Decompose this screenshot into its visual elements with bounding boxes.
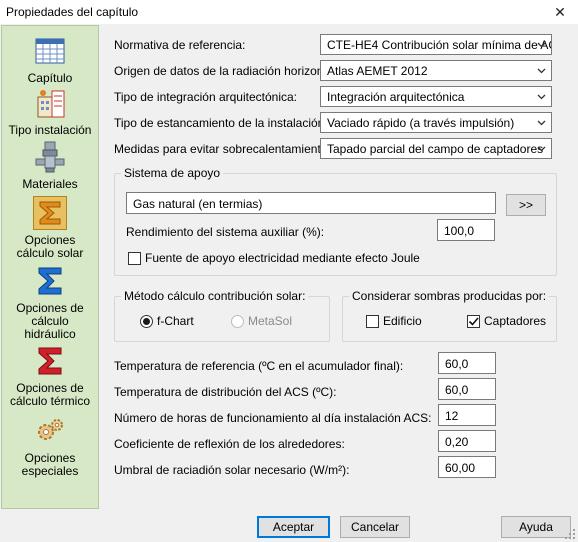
- integracion-select[interactable]: Integración arquitectónica: [320, 86, 552, 107]
- radio-circle[interactable]: [140, 314, 153, 328]
- sidebar-item-label: Opciones cálculo solar: [16, 233, 84, 260]
- sigma-red-icon: [33, 344, 67, 378]
- sobrecalentamiento-label: Medidas para evitar sobrecalentamientos:: [114, 142, 337, 156]
- sidebar-item-tipo-instalacion[interactable]: Tipo instalación: [2, 86, 98, 137]
- sigma-blue-icon: [33, 264, 67, 298]
- sidebar-item-opciones-especiales[interactable]: Opciones especiales: [2, 414, 98, 478]
- building-icon: [33, 86, 67, 120]
- sigma-orange-icon: [33, 196, 67, 230]
- chevron-down-icon: [537, 120, 546, 126]
- fuente-electricidad-label: Fuente de apoyo electricidad mediante ef…: [145, 251, 420, 265]
- gears-icon: [33, 414, 67, 448]
- checkbox-box[interactable]: [128, 251, 141, 265]
- sobrecalentamiento-select[interactable]: Tapado parcial del campo de captadores: [320, 138, 552, 159]
- radio-f-chart[interactable]: f-Chart: [140, 314, 194, 328]
- sidebar: Capítulo Tipo instalación Materiales Opc…: [1, 25, 99, 509]
- f-chart-label: f-Chart: [157, 314, 194, 328]
- sidebar-item-label: Materiales: [22, 177, 78, 191]
- sistema-apoyo-field[interactable]: Gas natural (en termias): [126, 192, 496, 214]
- integracion-label: Tipo de integración arquitectónica:: [114, 90, 297, 104]
- sistema-apoyo-legend: Sistema de apoyo: [121, 166, 224, 180]
- edificio-checkbox[interactable]: Edificio: [366, 314, 422, 328]
- metasol-label: MetaSol: [248, 314, 293, 328]
- metodo-legend: Método cálculo contribución solar:: [121, 289, 309, 303]
- umbral-radiacion-input[interactable]: 60,00: [438, 456, 496, 478]
- temp-distribucion-input[interactable]: 60,0: [438, 378, 496, 400]
- check-icon: [468, 316, 479, 326]
- sidebar-item-opciones-calculo-solar[interactable]: Opciones cálculo solar: [2, 196, 98, 260]
- sombras-legend: Considerar sombras producidas por:: [349, 289, 550, 303]
- close-icon: ✕: [554, 3, 566, 20]
- captadores-checkbox[interactable]: Captadores: [467, 314, 546, 328]
- rendimiento-input[interactable]: 100,0: [437, 219, 495, 241]
- horas-funcionamiento-input[interactable]: 12: [438, 404, 496, 426]
- document-grid-icon: [33, 34, 67, 68]
- help-button[interactable]: Ayuda: [501, 516, 571, 538]
- sidebar-item-label: Tipo instalación: [8, 123, 92, 137]
- cancel-button[interactable]: Cancelar: [340, 516, 410, 538]
- captadores-label: Captadores: [484, 314, 547, 328]
- sidebar-item-opciones-calculo-termico[interactable]: Opciones de cálculo térmico: [2, 344, 98, 408]
- chevron-down-icon: [537, 68, 546, 74]
- sidebar-item-label: Opciones de cálculo térmico: [9, 381, 91, 408]
- integracion-value: Integración arquitectónica: [327, 90, 465, 104]
- normativa-label: Normativa de referencia:: [114, 38, 246, 52]
- horas-funcionamiento-label: Número de horas de funcionamiento al día…: [114, 411, 432, 425]
- fuente-electricidad-checkbox[interactable]: Fuente de apoyo electricidad mediante ef…: [128, 251, 420, 265]
- chevron-down-icon: [537, 146, 546, 152]
- coef-reflexion-input[interactable]: 0,20: [438, 430, 496, 452]
- sistema-apoyo-value: Gas natural (en termias): [133, 197, 263, 211]
- horas-funcionamiento-value: 12: [445, 409, 459, 423]
- temp-referencia-value: 60,0: [445, 357, 469, 371]
- radio-circle[interactable]: [231, 314, 244, 328]
- sidebar-item-label: Opciones de cálculo hidráulico: [16, 301, 84, 341]
- origen-datos-label: Origen de datos de la radiación horizont…: [114, 64, 340, 78]
- accept-button[interactable]: Aceptar: [257, 516, 330, 538]
- coef-reflexion-label: Coeficiente de reflexión de los alrededo…: [114, 437, 345, 451]
- temp-referencia-input[interactable]: 60,0: [438, 352, 496, 374]
- rendimiento-label: Rendimiento del sistema auxiliar (%):: [126, 225, 325, 239]
- coef-reflexion-value: 0,20: [445, 435, 469, 449]
- chevron-down-icon: [537, 42, 546, 48]
- sobrecalentamiento-value: Tapado parcial del campo de captadores: [327, 142, 544, 156]
- origen-datos-select[interactable]: Atlas AEMET 2012: [320, 60, 552, 81]
- umbral-radiacion-value: 60,00: [445, 461, 476, 475]
- window-title: Propiedades del capítulo: [6, 5, 139, 19]
- estancamiento-value: Vaciado rápido (a través impulsión): [327, 116, 515, 130]
- sidebar-item-label: Capítulo: [27, 71, 73, 85]
- resize-grip-icon[interactable]: [564, 528, 576, 540]
- temp-distribucion-label: Temperatura de distribución del ACS (ºC)…: [114, 385, 337, 399]
- pipe-fitting-icon: [33, 140, 67, 174]
- sidebar-item-opciones-calculo-hidraulico[interactable]: Opciones de cálculo hidráulico: [2, 264, 98, 341]
- sidebar-item-materiales[interactable]: Materiales: [2, 140, 98, 191]
- checkbox-box[interactable]: [467, 314, 480, 328]
- edificio-label: Edificio: [383, 314, 422, 328]
- checkbox-box[interactable]: [366, 314, 379, 328]
- normativa-select[interactable]: CTE-HE4 Contribución solar mínima de ACS: [320, 34, 552, 55]
- sidebar-item-capitulo[interactable]: Capítulo: [2, 34, 98, 85]
- temp-distribucion-value: 60,0: [445, 383, 469, 397]
- radio-dot: [143, 317, 150, 325]
- more-options-button[interactable]: >>: [506, 194, 546, 216]
- close-button[interactable]: ✕: [542, 0, 578, 24]
- chevron-down-icon: [537, 94, 546, 100]
- umbral-radiacion-label: Umbral de raciadión solar necesario (W/m…: [114, 463, 350, 477]
- sidebar-item-label: Opciones especiales: [21, 451, 79, 478]
- estancamiento-label: Tipo de estancamiento de la instalación:: [114, 116, 328, 130]
- estancamiento-select[interactable]: Vaciado rápido (a través impulsión): [320, 112, 552, 133]
- origen-datos-value: Atlas AEMET 2012: [327, 64, 428, 78]
- normativa-value: CTE-HE4 Contribución solar mínima de ACS: [327, 38, 552, 52]
- rendimiento-value: 100,0: [444, 224, 475, 238]
- title-bar: Propiedades del capítulo ✕: [0, 0, 578, 24]
- radio-metasol[interactable]: MetaSol: [231, 314, 292, 328]
- temp-referencia-label: Temperatura de referencia (ºC en el acum…: [114, 359, 404, 373]
